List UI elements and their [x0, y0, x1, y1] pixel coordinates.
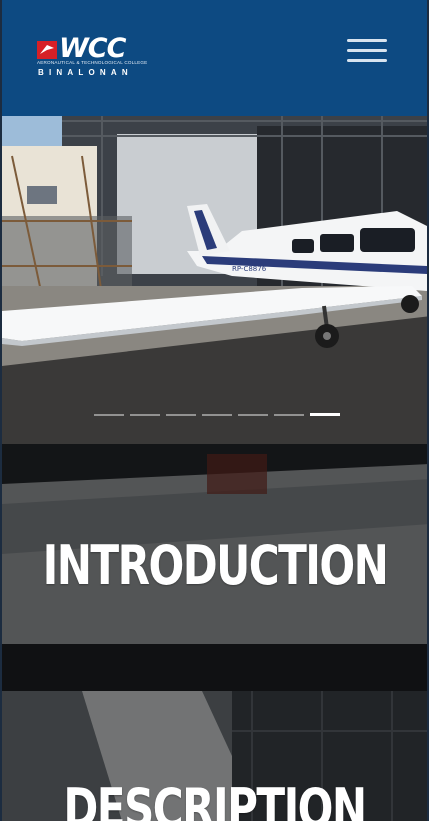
slide-indicator[interactable] — [238, 414, 268, 416]
slide-indicator[interactable] — [94, 414, 124, 416]
hero-slider[interactable]: RP-C8876 — [2, 116, 427, 444]
slider-pagination — [94, 413, 344, 417]
site-header: WCC AERONAUTICAL & TECHNOLOGICAL COLLEGE… — [2, 0, 427, 116]
logo-emblem-icon — [37, 41, 57, 59]
introduction-title: INTRODUCTION — [42, 534, 388, 597]
slide-indicator[interactable] — [130, 414, 160, 416]
logo-subtitle: AERONAUTICAL & TECHNOLOGICAL COLLEGE — [37, 60, 148, 65]
slide-indicator[interactable] — [202, 414, 232, 416]
slide-indicator[interactable] — [274, 414, 304, 416]
description-title: DESCRIPTION — [63, 777, 367, 821]
slide-indicator[interactable] — [166, 414, 196, 416]
wcc-logo[interactable]: WCC AERONAUTICAL & TECHNOLOGICAL COLLEGE… — [37, 34, 148, 80]
slide-indicator-active[interactable] — [310, 413, 340, 416]
introduction-section[interactable]: INTRODUCTION — [2, 444, 427, 691]
aircraft-registration: RP-C8876 — [232, 265, 267, 273]
menu-bar — [347, 59, 387, 62]
menu-bar — [347, 49, 387, 52]
hamburger-menu-icon[interactable] — [347, 37, 389, 65]
aircraft-photo: RP-C8876 — [2, 116, 427, 444]
menu-bar — [347, 39, 387, 42]
logo-campus: BINALONAN — [38, 68, 133, 77]
description-section[interactable]: DESCRIPTION — [2, 691, 427, 821]
page: WCC AERONAUTICAL & TECHNOLOGICAL COLLEGE… — [0, 0, 429, 821]
